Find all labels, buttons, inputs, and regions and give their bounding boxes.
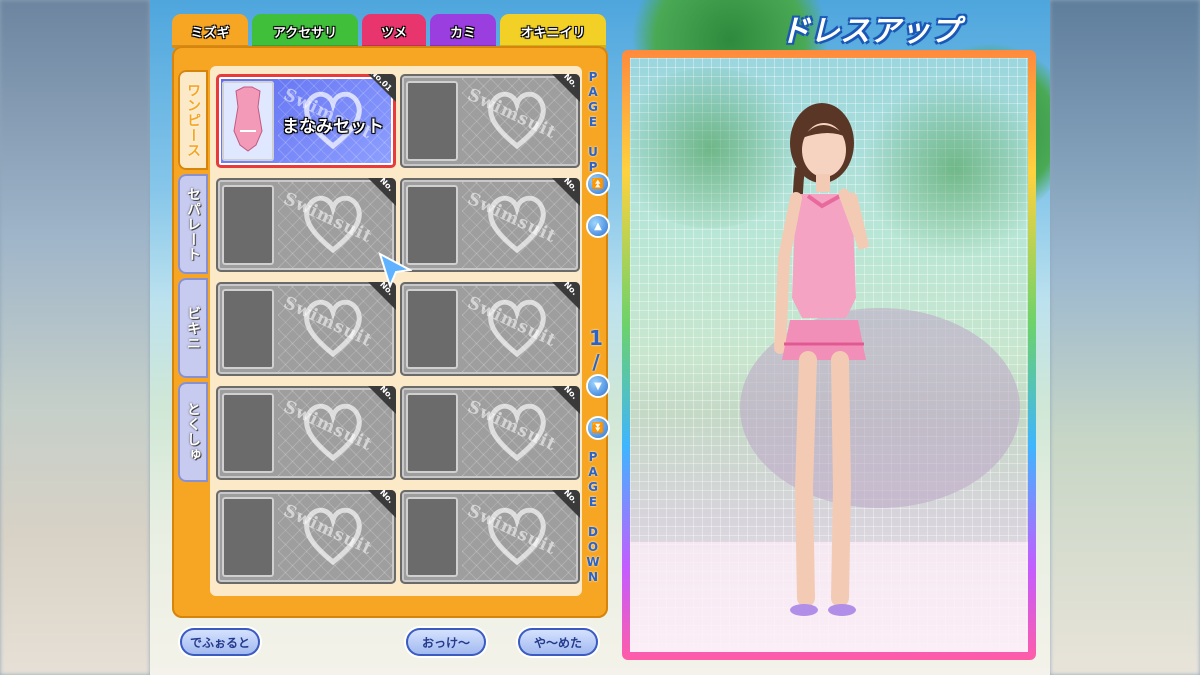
cursor-arrow-icon (378, 252, 412, 288)
item-slot-empty[interactable]: Swimsuit No. (216, 282, 396, 376)
right-letterbox (1050, 0, 1200, 675)
item-grid: Swimsuit No.01 まなみセット Swimsuit No. Swimsu… (210, 66, 582, 596)
item-slot-empty[interactable]: Swimsuit No. (400, 74, 580, 168)
character-preview (630, 58, 1028, 652)
scroll-up-icon[interactable]: ▲ (588, 216, 608, 236)
item-slot-empty[interactable]: Swimsuit No. (400, 386, 580, 480)
slot-thumbnail-placeholder (222, 393, 274, 473)
item-slot-empty[interactable]: Swimsuit No. (216, 386, 396, 480)
slot-thumbnail-placeholder (406, 289, 458, 369)
slot-thumbnail-placeholder (406, 81, 458, 161)
swimsuit-thumbnail (222, 81, 274, 161)
tab-favorites[interactable]: オキニイリ (500, 14, 606, 48)
category-special[interactable]: とくしゅ (178, 382, 208, 482)
slot-thumbnail-placeholder (406, 185, 458, 265)
page-up-double-icon[interactable]: ⏫ (588, 174, 608, 194)
default-button[interactable]: でふぉると (180, 628, 260, 656)
slot-thumbnail-placeholder (222, 289, 274, 369)
category-separate[interactable]: セパレート (178, 174, 208, 274)
game-screen: ミズギ アクセサリ ツメ カミ オキニイリ ワンピース セパレート ビキニ とく… (150, 0, 1050, 675)
category-one-piece[interactable]: ワンピース (178, 70, 208, 170)
slot-thumbnail-placeholder (406, 393, 458, 473)
item-panel: ワンピース セパレート ビキニ とくしゅ Swimsuit No.01 まなみセ… (172, 46, 608, 618)
page-up-label[interactable]: PAGE UP (586, 70, 600, 175)
page-down-label[interactable]: PAGE DOWN (586, 450, 600, 585)
left-letterbox (0, 0, 150, 675)
tab-swimsuit[interactable]: ミズギ (172, 14, 248, 48)
item-slot-empty[interactable]: Swimsuit No. (216, 178, 396, 272)
slot-thumbnail-placeholder (406, 497, 458, 577)
item-slot-empty[interactable]: Swimsuit No. (400, 282, 580, 376)
item-slot-empty[interactable]: Swimsuit No. (400, 490, 580, 584)
tab-hair[interactable]: カミ (430, 14, 496, 48)
tab-accessory[interactable]: アクセサリ (252, 14, 358, 48)
scroll-down-icon[interactable]: ▼ (588, 376, 608, 396)
preview-frame (622, 50, 1036, 660)
slot-thumbnail-placeholder (222, 497, 274, 577)
slot-thumbnail-placeholder (222, 185, 274, 265)
tab-nails[interactable]: ツメ (362, 14, 426, 48)
category-bikini[interactable]: ビキニ (178, 278, 208, 378)
item-slot-empty[interactable]: Swimsuit No. (216, 490, 396, 584)
page-down-double-icon[interactable]: ⏬ (588, 418, 608, 438)
item-slot-empty[interactable]: Swimsuit No. (400, 178, 580, 272)
cancel-button[interactable]: や～めた (518, 628, 598, 656)
item-name: まなみセット (282, 117, 384, 137)
screen-title: ドレスアップ (780, 14, 960, 49)
ok-button[interactable]: おっけ～ (406, 628, 486, 656)
item-slot-selected[interactable]: Swimsuit No.01 まなみセット (216, 74, 396, 168)
character-model (774, 103, 870, 616)
